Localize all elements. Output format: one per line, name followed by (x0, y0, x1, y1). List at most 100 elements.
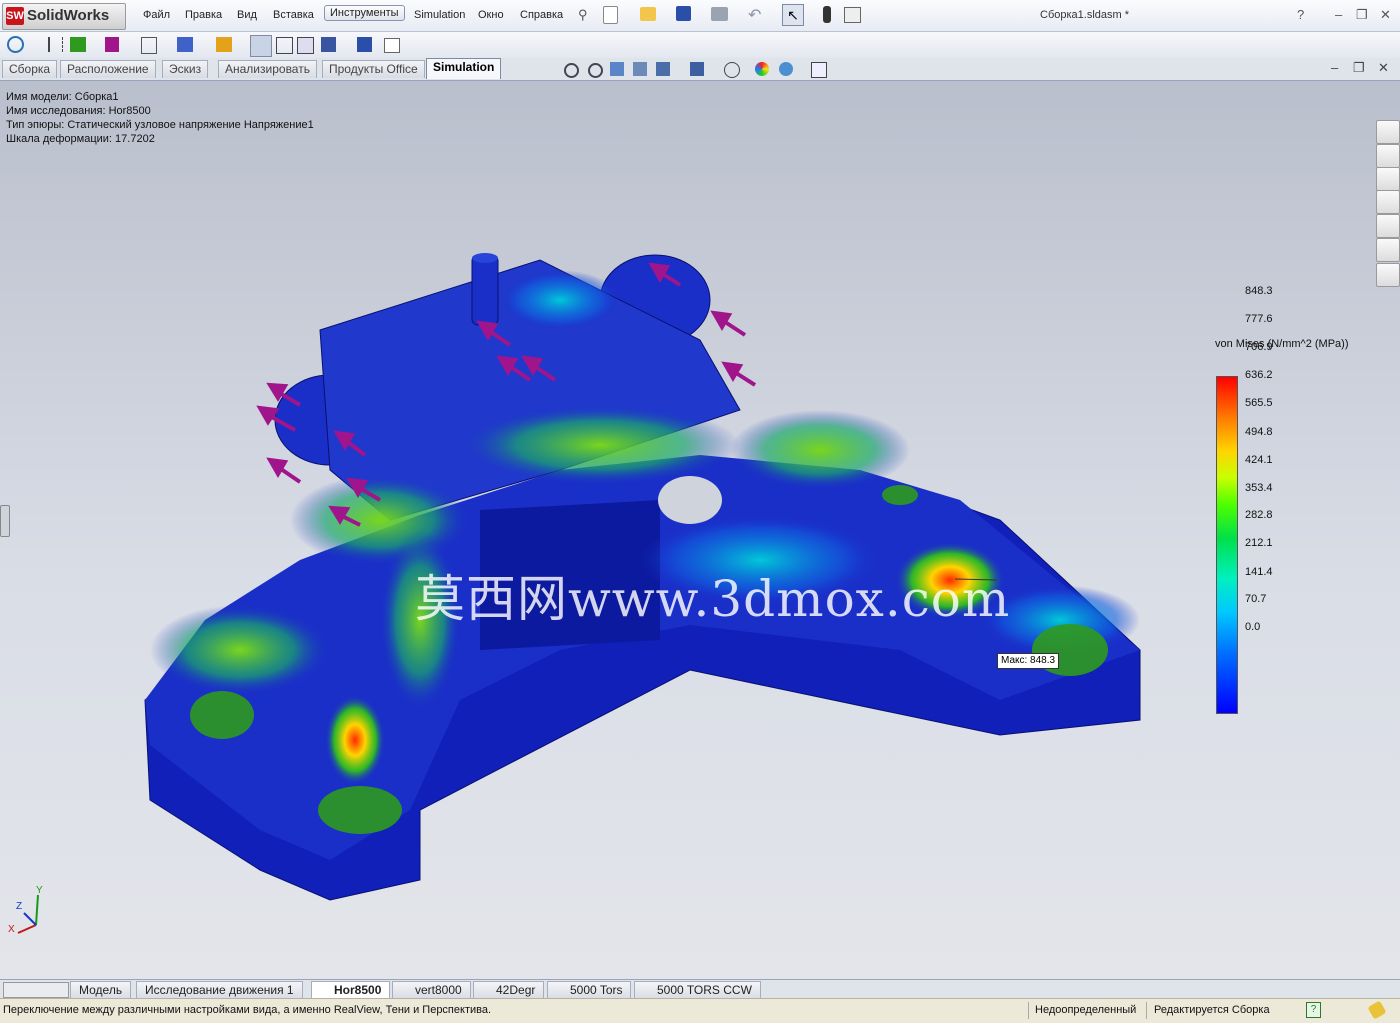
tab-scroll-arrows[interactable] (3, 982, 69, 998)
minimize-button[interactable]: – (1335, 7, 1342, 22)
status-message: Переключение между различными настройкам… (3, 1004, 492, 1016)
save-icon[interactable] (676, 6, 691, 21)
legend-value: 0.0 (1245, 621, 1261, 633)
new-document-icon[interactable] (603, 6, 618, 24)
hide-show-icon[interactable] (724, 62, 740, 78)
zoom-fit-icon[interactable] (564, 63, 579, 78)
axis-z-label: Z (16, 901, 23, 912)
feature-manager-toggle[interactable] (0, 505, 10, 537)
undo-icon[interactable]: ↶ (748, 5, 761, 25)
menu-bar: SW SolidWorks Файл Правка Вид Вставка Ин… (0, 0, 1400, 32)
run-icon[interactable] (216, 37, 232, 52)
stress-plot-model[interactable] (0, 81, 1360, 979)
custom-properties-icon[interactable] (1376, 238, 1400, 262)
zoom-icon[interactable] (7, 36, 24, 53)
select-cursor-icon[interactable]: ↖ (782, 4, 804, 26)
command-manager-tabs: Сборка Расположение Эскиз Анализировать … (0, 58, 1400, 81)
rebuild-traffic-light-icon[interactable] (823, 6, 831, 23)
menu-insert[interactable]: Вставка (273, 9, 314, 21)
connector-icon[interactable] (141, 37, 157, 54)
tab-study-5000-tors-ccw[interactable]: 5000 TORS CCW (634, 981, 761, 999)
tab-simulation[interactable]: Simulation (426, 58, 502, 79)
design-library-icon[interactable] (1376, 144, 1400, 168)
tab-study-5000-tors[interactable]: 5000 Tors (547, 981, 632, 999)
previous-view-icon[interactable] (610, 62, 624, 76)
axis-x-label: X (8, 924, 15, 935)
tab-motion-study[interactable]: Исследование движения 1 (136, 981, 303, 999)
tab-evaluate[interactable]: Анализировать (218, 60, 317, 78)
legend-value: 565.5 (1245, 397, 1273, 409)
section-view-icon[interactable] (633, 62, 647, 76)
max-stress-label[interactable]: Макс: 848.3 (997, 653, 1060, 669)
units-tag-icon[interactable] (1367, 1000, 1387, 1020)
menu-window[interactable]: Окно (478, 9, 504, 21)
viewport-close-button[interactable]: ✕ (1378, 60, 1389, 76)
axis-y-label: Y (36, 885, 43, 896)
status-bar: Переключение между различными настройкам… (0, 998, 1400, 1023)
pin-icon[interactable]: ⚲ (578, 7, 588, 23)
legend-title: von Mises (N/mm^2 (MPa)) (1215, 338, 1349, 350)
help-button[interactable]: ? (1297, 7, 1304, 22)
tab-model[interactable]: Модель (70, 981, 132, 999)
view-settings-icon[interactable] (811, 62, 827, 78)
restore-button[interactable]: ❐ (1356, 7, 1368, 23)
study-list-icon[interactable] (48, 37, 63, 52)
status-definition-state: Недоопределенный (1035, 1004, 1137, 1016)
open-folder-icon[interactable] (640, 7, 656, 21)
status-separator (1146, 1002, 1147, 1019)
menu-tools[interactable]: Инструменты (324, 5, 405, 21)
menu-simulation[interactable]: Simulation (414, 9, 465, 21)
tab-study-42degr[interactable]: 42Degr (473, 981, 545, 999)
menu-edit[interactable]: Правка (185, 9, 222, 21)
home-icon[interactable] (1376, 120, 1400, 144)
export-icon[interactable] (357, 37, 372, 52)
view-palette-icon[interactable] (1376, 190, 1400, 214)
legend-value: 706.9 (1245, 341, 1273, 353)
fixture-icon[interactable] (70, 37, 86, 52)
legend-value: 70.7 (1245, 593, 1267, 605)
legend-value: 848.3 (1245, 285, 1273, 297)
simulation-advisor-icon[interactable] (1376, 263, 1400, 287)
report-icon[interactable] (297, 37, 314, 54)
simulation-toolbar (0, 32, 1400, 59)
viewport-restore-button[interactable]: ❐ (1353, 60, 1365, 76)
table-icon[interactable] (384, 38, 400, 53)
menu-view[interactable]: Вид (237, 9, 257, 21)
display-style-icon[interactable] (690, 62, 704, 76)
close-button[interactable]: ✕ (1380, 7, 1391, 23)
quick-tips-help-icon[interactable]: ? (1306, 1002, 1321, 1018)
menu-help[interactable]: Справка (520, 9, 563, 21)
view-orientation-icon[interactable] (656, 62, 670, 76)
tab-office-products[interactable]: Продукты Office (322, 60, 425, 78)
app-logo[interactable]: SW SolidWorks (2, 3, 126, 30)
appearance-icon[interactable] (755, 62, 769, 76)
print-icon[interactable] (711, 7, 728, 21)
task-pane (1374, 118, 1400, 288)
tab-study-hor8500[interactable]: Hor8500 (311, 981, 391, 999)
mesh-icon[interactable] (177, 37, 193, 52)
menu-file[interactable]: Файл (143, 9, 170, 21)
scene-icon[interactable] (779, 62, 793, 76)
appearances-icon[interactable] (1376, 214, 1400, 238)
file-explorer-icon[interactable] (1376, 167, 1400, 191)
status-separator (1028, 1002, 1029, 1019)
tab-sketch[interactable]: Эскиз (162, 60, 209, 78)
probe-icon[interactable] (321, 37, 336, 52)
viewport-minimize-button[interactable]: – (1331, 60, 1338, 75)
tab-study-vert8000[interactable]: vert8000 (392, 981, 471, 999)
tab-assembly[interactable]: Сборка (2, 60, 58, 78)
model-tabs-bar: Модель Исследование движения 1 Hor8500 v… (0, 979, 1400, 999)
zoom-area-icon[interactable] (588, 63, 603, 78)
results-plot-icon[interactable] (250, 35, 272, 57)
compare-icon[interactable] (276, 37, 293, 54)
document-title: Сборка1.sldasm * (1040, 9, 1130, 21)
tab-layout[interactable]: Расположение (60, 60, 156, 78)
legend-value: 777.6 (1245, 313, 1273, 325)
graphics-area[interactable]: Имя модели: Сборка1 Имя исследования: Ho… (0, 81, 1400, 979)
load-icon[interactable] (105, 37, 119, 52)
logo-badge: SW (6, 7, 24, 25)
options-icon[interactable] (844, 7, 861, 23)
legend-value: 424.1 (1245, 454, 1273, 466)
legend-colorbar[interactable] (1216, 376, 1238, 714)
watermark: 莫西网www.3dmox.com (415, 570, 1011, 628)
